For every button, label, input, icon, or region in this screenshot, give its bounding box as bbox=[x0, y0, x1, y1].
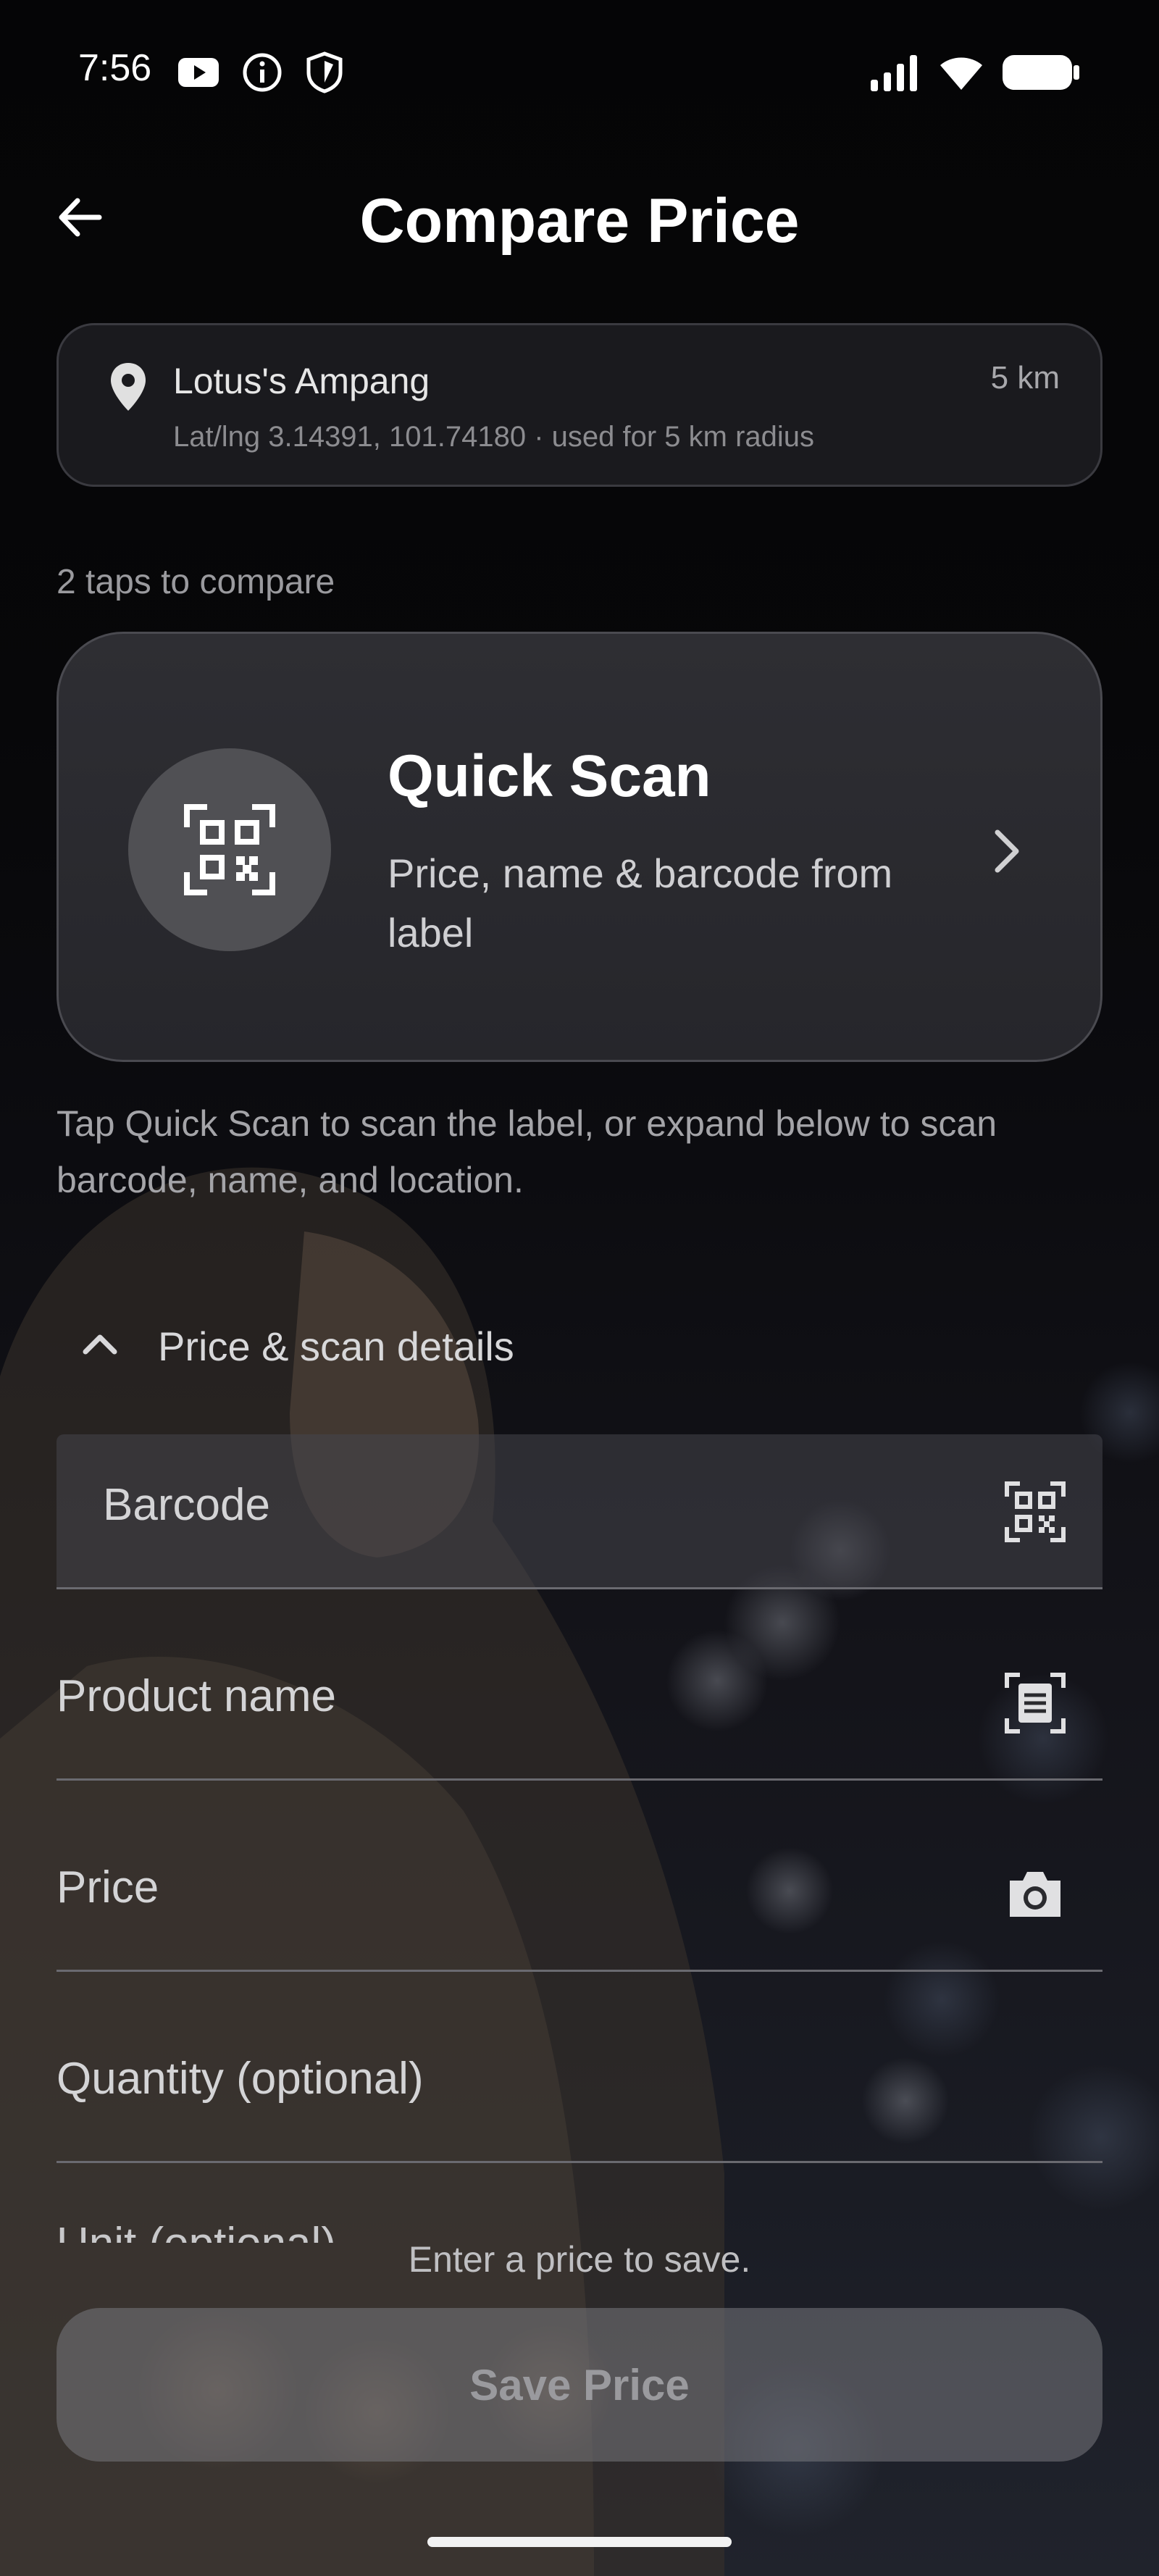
product-name-field[interactable]: Product name bbox=[57, 1626, 1102, 1781]
quick-scan-subtitle: Price, name & barcode from label bbox=[388, 850, 893, 955]
camera-icon[interactable] bbox=[1004, 1863, 1066, 1925]
compare-price-screen: 7:56 Compare Price Lotus's Ampang 5 km L… bbox=[0, 0, 1159, 2576]
quick-scan-icon-circle bbox=[128, 748, 331, 951]
quantity-label: Quantity (optional) bbox=[57, 2054, 424, 2104]
location-pin-icon bbox=[111, 363, 146, 411]
search-radius: 5 km bbox=[990, 360, 1060, 396]
store-name: Lotus's Ampang bbox=[173, 361, 430, 401]
quantity-field[interactable]: Quantity (optional) bbox=[57, 2008, 1102, 2163]
quick-scan-title: Quick Scan bbox=[388, 743, 711, 809]
price-details-expander[interactable]: Price & scan details bbox=[57, 1304, 636, 1384]
taps-hint: 2 taps to compare bbox=[57, 563, 335, 601]
info-icon bbox=[243, 53, 282, 92]
qr-scan-icon bbox=[184, 804, 275, 895]
save-hint: Enter a price to save. bbox=[408, 2239, 751, 2280]
signal-icon bbox=[871, 55, 917, 91]
page-title: Compare Price bbox=[359, 186, 800, 256]
battery-icon bbox=[1003, 55, 1079, 90]
price-field[interactable]: Price bbox=[57, 1817, 1102, 1972]
status-time: 7:56 bbox=[78, 47, 152, 89]
expander-label: Price & scan details bbox=[158, 1323, 514, 1369]
scan-hint: Tap Quick Scan to scan the label, or exp… bbox=[57, 1103, 997, 1200]
barcode-field[interactable]: Barcode bbox=[57, 1434, 1102, 1589]
chevron-right-icon bbox=[995, 829, 1019, 873]
home-indicator[interactable] bbox=[427, 2537, 732, 2547]
barcode-label: Barcode bbox=[103, 1480, 270, 1530]
shield-icon bbox=[306, 51, 343, 93]
quick-scan-card[interactable]: Quick Scan Price, name & barcode from la… bbox=[57, 632, 1102, 1062]
status-bar: 7:56 bbox=[0, 0, 1159, 145]
wifi-icon bbox=[940, 57, 982, 90]
price-label: Price bbox=[57, 1862, 159, 1912]
youtube-icon bbox=[178, 58, 219, 87]
chevron-up-icon bbox=[83, 1334, 117, 1355]
store-coordinates: Lat/lng 3.14391, 101.74180 · used for 5 … bbox=[173, 421, 815, 453]
save-price-button[interactable]: Save Price bbox=[57, 2308, 1102, 2462]
store-location-card[interactable]: Lotus's Ampang 5 km Lat/lng 3.14391, 101… bbox=[57, 323, 1102, 487]
text-scan-icon[interactable] bbox=[1004, 1672, 1066, 1734]
product-name-label: Product name bbox=[57, 1671, 336, 1721]
qr-scan-icon[interactable] bbox=[1004, 1481, 1066, 1543]
